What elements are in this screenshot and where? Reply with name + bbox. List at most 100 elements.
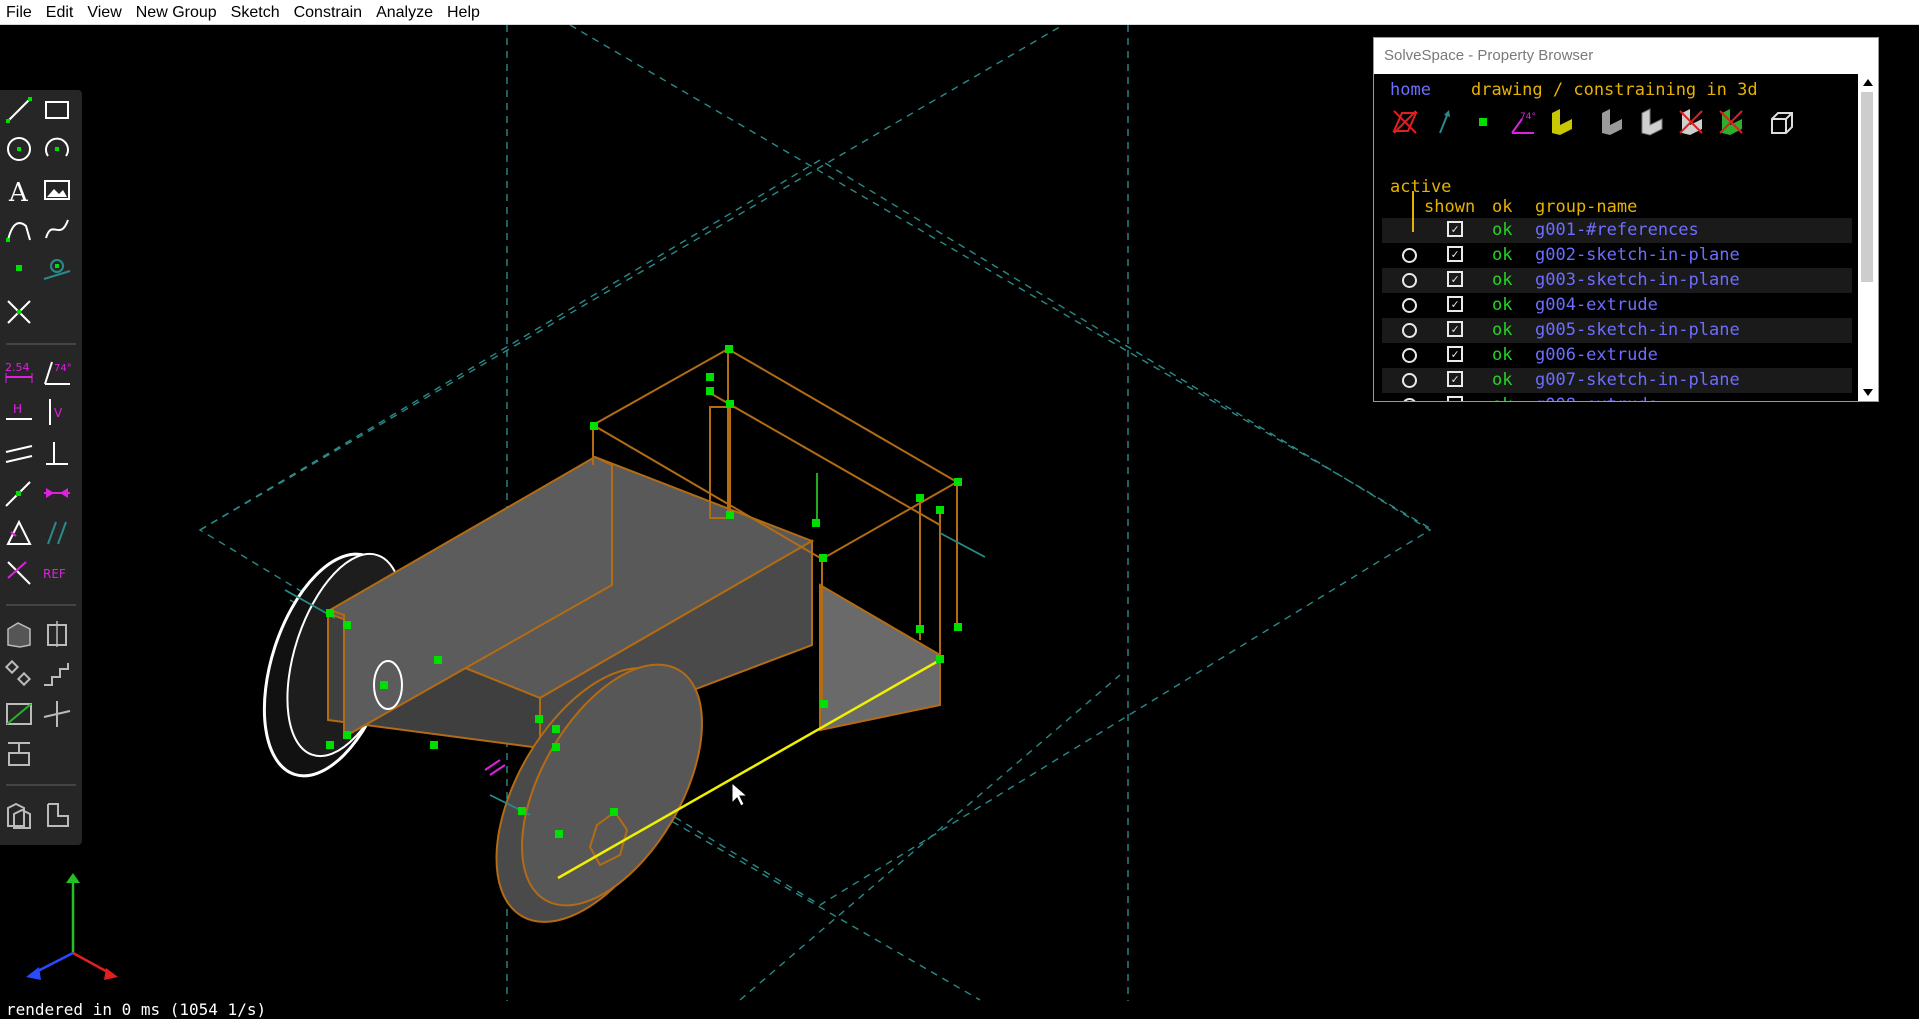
point-icon[interactable] [4,253,38,287]
shown-checkbox[interactable]: ✓ [1447,296,1463,312]
activate-radio[interactable] [1402,398,1417,401]
group-ok: ok [1492,345,1513,365]
equal-length-icon[interactable] [4,518,38,552]
menu-sketch[interactable]: Sketch [224,0,287,25]
group-name[interactable]: g003-sketch-in-plane [1535,268,1740,293]
group-row[interactable]: ✓ ok g002-sketch-in-plane [1382,243,1852,268]
text-icon[interactable]: A [4,175,38,209]
edges-icon[interactable] [1636,107,1666,137]
group-name[interactable]: g007-sketch-in-plane [1535,368,1740,393]
parallel-marker [484,759,501,771]
rectangle-icon[interactable] [42,95,76,129]
shown-checkbox[interactable]: ✓ [1447,246,1463,262]
extrude-icon[interactable] [4,619,38,653]
svg-text:V: V [54,406,63,420]
activate-radio[interactable] [1402,373,1417,388]
property-browser[interactable]: SolveSpace - Property Browser home drawi… [1373,37,1879,402]
angle-dimension-icon[interactable]: 74° [42,357,76,391]
lathe-icon[interactable] [42,619,76,653]
step-rotating-icon[interactable] [4,659,38,693]
group-name[interactable]: g004-extrude [1535,293,1658,318]
workplane-icon[interactable] [4,739,38,773]
axis-indicator [26,873,118,980]
menu-analyze[interactable]: Analyze [369,0,440,25]
col-ok: ok [1492,197,1513,217]
menu-constrain[interactable]: Constrain [287,0,369,25]
sketch-in-workplane-icon[interactable] [4,699,38,733]
image-icon[interactable] [42,175,76,209]
perpendicular-constraint-icon[interactable] [42,438,76,472]
construction-toggle-icon[interactable] [42,253,76,287]
vertical-constraint-icon[interactable]: V [42,397,76,431]
group-ok: ok [1492,295,1513,315]
shown-checkbox[interactable]: ✓ [1447,321,1463,337]
scroll-up-icon[interactable] [1863,79,1873,86]
arc-icon[interactable] [42,134,76,168]
menu-bar: File Edit View New Group Sketch Constrain Anal… [0,0,1919,25]
group-row[interactable]: ✓ ok g004-extrude [1382,293,1852,318]
activate-radio[interactable] [1402,273,1417,288]
menu-help[interactable]: Help [440,0,487,25]
group-row[interactable]: ✓ ok g005-sketch-in-plane [1382,318,1852,343]
render-status: rendered in 0 ms (1054 1/s) [6,1000,267,1019]
normals-icon[interactable] [1430,107,1460,137]
shown-checkbox[interactable]: ✓ [1447,271,1463,287]
shown-checkbox[interactable]: ✓ [1447,346,1463,362]
tangent-arc-icon[interactable] [4,214,38,248]
col-group-name: group-name [1535,197,1638,217]
perspective-icon[interactable] [1766,107,1796,137]
assemble-icon[interactable] [4,800,38,834]
step-translating-icon[interactable] [42,659,76,693]
group-ok: ok [1492,270,1513,290]
svg-text:2.54: 2.54 [5,361,30,374]
point-on-line-icon[interactable] [4,478,38,512]
other-supplementary-icon[interactable] [4,558,38,592]
svg-text:A: A [8,178,29,205]
home-link[interactable]: home [1390,78,1431,103]
outlines-icon[interactable] [1676,107,1706,137]
reference-toggle-icon[interactable]: REF [42,558,76,592]
constraints-icon[interactable]: 74° [1508,107,1538,137]
scroll-down-icon[interactable] [1863,389,1873,396]
group-name[interactable]: g008-extrude [1535,393,1658,401]
group-row[interactable]: ✓ ok g006-extrude [1382,343,1852,368]
shaded-icon[interactable] [1596,107,1626,137]
in-workplane-icon[interactable] [42,800,76,834]
group-name[interactable]: g006-extrude [1535,343,1658,368]
shown-checkbox[interactable]: ✓ [1447,396,1463,401]
activate-radio[interactable] [1402,348,1417,363]
menu-file[interactable]: File [0,0,39,25]
symmetric-constraint-icon[interactable] [42,478,76,512]
group-name[interactable]: g005-sketch-in-plane [1535,318,1740,343]
scroll-thumb[interactable] [1861,92,1873,282]
group-row[interactable]: ✓ ok g008-extrude [1382,393,1852,401]
split-curves-icon[interactable] [4,297,38,331]
spline-icon[interactable] [42,214,76,248]
circle-icon[interactable] [4,134,38,168]
activate-radio[interactable] [1402,298,1417,313]
shown-checkbox[interactable]: ✓ [1447,371,1463,387]
same-orientation-icon[interactable] [42,518,76,552]
points-icon[interactable] [1468,107,1498,137]
mesh-icon[interactable] [1716,107,1746,137]
parallel-constraint-icon[interactable] [4,438,38,472]
activate-radio[interactable] [1402,323,1417,338]
shown-checkbox[interactable]: ✓ [1447,221,1463,237]
activate-radio[interactable] [1402,248,1417,263]
horizontal-constraint-icon[interactable]: H [4,397,38,431]
line-icon[interactable] [4,95,38,129]
toolbar-separator [6,604,76,606]
browser-scrollbar[interactable] [1858,74,1878,401]
group-row[interactable]: ✓ ok g003-sketch-in-plane [1382,268,1852,293]
group-row[interactable]: ✓ ok g001-#references [1382,218,1852,243]
menu-new-group[interactable]: New Group [129,0,224,25]
group-name[interactable]: g001-#references [1535,218,1699,243]
group-row[interactable]: ✓ ok g007-sketch-in-plane [1382,368,1852,393]
hide-workplanes-icon[interactable] [1390,107,1420,137]
group-name[interactable]: g002-sketch-in-plane [1535,243,1740,268]
menu-edit[interactable]: Edit [39,0,81,25]
sketch-in-3d-icon[interactable] [42,699,76,733]
faces-icon[interactable] [1546,107,1576,137]
menu-view[interactable]: View [80,0,128,25]
distance-dimension-icon[interactable]: 2.54 [4,357,38,391]
